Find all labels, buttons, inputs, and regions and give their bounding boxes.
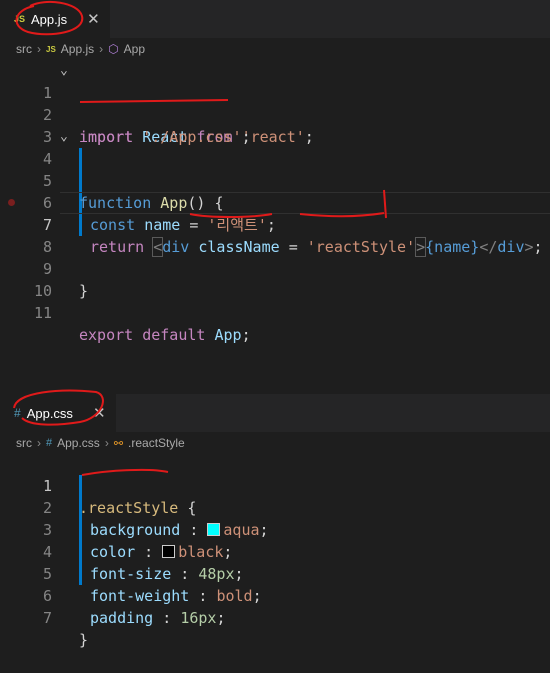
chevron-right-icon: › [37, 436, 41, 450]
css-file-icon: # [46, 437, 53, 449]
editor-tab-bar: # App.css ✕ [0, 394, 550, 432]
breadcrumb: src › JS App.js › ⬡ App [0, 38, 550, 60]
tab-app-css[interactable]: # App.css ✕ [0, 394, 116, 432]
code-line: 8 [0, 214, 550, 256]
app-js-editor-group: JS App.js ✕ src › JS App.js › ⬡ App 1 ⌄ … [0, 0, 550, 394]
code-line: 3 [0, 104, 550, 146]
tab-label: App.css [26, 405, 73, 421]
code-line: 5 [0, 148, 550, 190]
tab-app-js[interactable]: JS App.js ✕ [0, 0, 110, 38]
chevron-down-icon[interactable]: ⌄ [60, 126, 68, 148]
code-line: 2 import './App.css'; [0, 82, 550, 146]
keyword: default [142, 326, 206, 344]
chevron-right-icon: › [104, 436, 109, 450]
tab-label: App.js [31, 11, 68, 27]
css-rule: 4 font-size : 48px; [0, 519, 550, 583]
code-line: 7 } [0, 585, 550, 649]
code-editor[interactable]: 1 ⌄ import React from 'react'; 2 import … [0, 60, 550, 344]
close-icon[interactable]: ✕ [93, 404, 106, 422]
code-line-active: 7 return <div className = 'reactStyle'>{… [0, 192, 550, 257]
breadcrumb-symbol[interactable]: App [124, 42, 145, 56]
keyword: export [79, 326, 134, 344]
app-css-editor-group: # App.css ✕ src › # App.css › ⚯ .reactSt… [0, 394, 550, 649]
chevron-down-icon[interactable]: ⌄ [60, 60, 68, 82]
close-icon[interactable]: ✕ [87, 10, 100, 28]
code-line: 1 ⌄ import React from 'react'; [0, 60, 550, 146]
css-rule: 3 color : black; [0, 497, 550, 561]
chevron-right-icon: › [37, 42, 41, 56]
code-line: 10 [0, 258, 550, 300]
line-number: 11 [33, 304, 52, 322]
javascript-file-icon: JS [46, 44, 56, 54]
identifier: App [214, 326, 242, 344]
closing-brace: } [79, 631, 89, 649]
breadcrumb-folder[interactable]: src [16, 42, 32, 56]
breadcrumb: src › # App.css › ⚯ .reactStyle [0, 432, 550, 454]
css-rule: 2 background : aqua; [0, 475, 550, 539]
css-rule: 6 padding : 16px; [0, 563, 550, 627]
css-value: 16px [180, 609, 217, 627]
breadcrumb-folder[interactable]: src [16, 436, 32, 450]
semicolon: ; [241, 326, 251, 344]
code-editor[interactable]: 1 .reactStyle { 2 background : aqua; 3 c… [0, 453, 550, 649]
javascript-file-icon: JS [14, 14, 26, 24]
code-line: 9 } [0, 236, 550, 300]
symbol-cube-icon: ⬡ [108, 42, 119, 56]
editor-tab-bar: JS App.js ✕ [0, 0, 550, 38]
breadcrumb-symbol[interactable]: .reactStyle [128, 436, 185, 450]
css-file-icon: # [14, 406, 21, 420]
css-rule: 5 font-weight : bold; [0, 541, 550, 605]
chevron-right-icon: › [99, 42, 104, 56]
code-line-active: 1 .reactStyle { [0, 453, 550, 517]
code-line: 4 ⌄ function App() { [0, 126, 550, 212]
breadcrumb-file[interactable]: App.css [57, 436, 100, 450]
css-selector-icon: ⚯ [113, 437, 124, 450]
breadcrumb-file[interactable]: App.js [61, 42, 94, 56]
code-line: 6 const name = '리액트'; [0, 170, 550, 234]
code-line: 11 export default App; [0, 280, 550, 344]
css-property: padding [90, 609, 154, 627]
